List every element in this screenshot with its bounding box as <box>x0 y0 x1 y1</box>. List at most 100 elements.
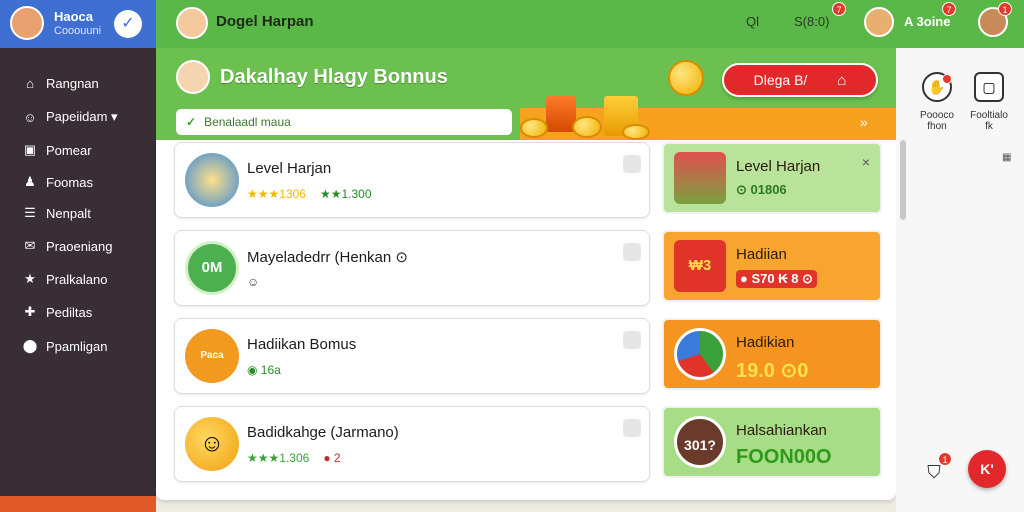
header-avatar[interactable] <box>176 7 208 39</box>
item-meta: ★★★1306 ★★1.300 <box>247 187 372 201</box>
sidebar-item-profile[interactable]: ☺ Papeiidam ▾ <box>20 104 150 130</box>
reward-card[interactable]: Level Harjan ⊙ 01806 × <box>662 142 882 214</box>
reward-title: Level Harjan <box>736 158 821 175</box>
item-title: Hadiikan Bomus <box>247 336 357 353</box>
coin-icon <box>622 124 650 140</box>
gift-box-icon <box>674 152 726 204</box>
sidebar-item-label: Ppamligan <box>46 338 108 354</box>
sidebar-item-label: Papeiidam ▾ <box>46 109 118 124</box>
coupon-badge-icon: 301? <box>674 416 726 468</box>
bag-icon[interactable]: ▢ <box>974 72 1004 102</box>
sidebar-user-name: Haoca <box>54 9 94 24</box>
sidebar-item-person[interactable]: ♟ Foomas <box>20 169 150 195</box>
red-envelope-icon: ₩3 <box>674 240 726 292</box>
rail-item-label: Poooco fhon <box>920 110 954 132</box>
pie-badge-icon <box>674 328 726 380</box>
reward-card[interactable]: Hadikian 19.0 ⊙0 <box>662 318 882 390</box>
checkbox[interactable] <box>623 331 641 349</box>
claim-button-label: Dlega B/ <box>753 72 808 88</box>
sidebar-item-label: Rangnan <box>46 75 99 91</box>
rating-value: ★★★1306 <box>247 187 306 201</box>
reward-card[interactable]: ₩3 Hadiian ● S70 ₭ 8 ⊙ <box>662 230 882 302</box>
item-meta: ★★★1.306 ● 2 <box>247 451 341 465</box>
coin-icon <box>668 60 704 96</box>
sidebar-item-mail[interactable]: ✉ Praoeniang <box>20 233 150 259</box>
mail-icon: ✉ <box>24 238 36 253</box>
rating-value: ★★★1.306 <box>247 451 310 465</box>
user-icon: ☺ <box>23 109 37 125</box>
sidebar-item-label: Praoeniang <box>46 238 113 254</box>
smiley-thumb-icon: ☺ <box>185 417 239 471</box>
thumb-badge: 0M <box>185 241 239 295</box>
sidebar-item-home[interactable]: ⌂ Rangnan <box>20 70 150 96</box>
item-meta: ◉ 16a <box>247 363 281 377</box>
calendar-icon[interactable]: ▦ <box>1002 152 1011 163</box>
ticket-thumb-icon: Paca <box>185 329 239 383</box>
reward-title: Halsahiankan <box>736 422 827 439</box>
item-title: Badidkahge (Jarmano) <box>247 424 399 441</box>
claim-button[interactable]: Dlega B/ ⌂ <box>722 63 878 97</box>
list-icon: ☰ <box>24 205 36 220</box>
verified-check-icon[interactable]: ✓ <box>114 10 142 38</box>
person-icon: ♟ <box>24 174 36 189</box>
rating-value-secondary: ● 2 <box>323 451 341 465</box>
reward-value: ● S70 ₭ 8 ⊙ <box>736 270 817 288</box>
star-icon: ★ <box>24 271 36 286</box>
chevron-right-icon[interactable]: » <box>860 114 868 130</box>
close-icon[interactable]: × <box>862 154 870 170</box>
lock-icon: ⌂ <box>837 71 847 89</box>
header-score[interactable]: S(8:0) <box>794 14 829 29</box>
item-title: Level Harjan <box>247 160 332 177</box>
avatar[interactable] <box>10 6 44 40</box>
reward-value: 19.0 ⊙0 <box>736 360 809 382</box>
checkbox[interactable] <box>623 419 641 437</box>
scrollbar[interactable] <box>900 140 906 220</box>
coin-icon <box>520 118 548 138</box>
checkbox[interactable] <box>623 155 641 173</box>
notification-badge: 1 <box>998 2 1012 16</box>
sidebar-item-location[interactable]: ⬤ Ppamligan <box>20 333 150 359</box>
location-icon: ⬤ <box>22 338 38 353</box>
search-input[interactable]: ✓ Benalaadl maua <box>176 109 512 135</box>
header-q-label[interactable]: Ql <box>746 14 759 29</box>
checkbox[interactable] <box>623 243 641 261</box>
sidebar-item-list[interactable]: ☰ Nenpalt <box>20 200 150 226</box>
floating-action-button[interactable]: K' <box>968 450 1006 488</box>
rating-value-secondary: ★★1.300 <box>319 187 372 201</box>
reward-card[interactable]: 301? Halsahiankan FOON00O <box>662 406 882 478</box>
search-placeholder: Benalaadl maua <box>204 115 291 129</box>
book-icon: ▣ <box>23 142 37 157</box>
user-avatar[interactable] <box>864 7 894 37</box>
list-item[interactable]: 0M Mayeladedrr (Henkan ⊙ ☺ <box>174 230 650 306</box>
notification-badge: 7 <box>832 2 846 16</box>
sidebar-item-plus[interactable]: ✚ Pediltas <box>20 299 150 325</box>
item-title: Mayeladedrr (Henkan ⊙ <box>247 249 408 266</box>
reward-value: FOON00O <box>736 446 832 468</box>
check-icon: ✓ <box>186 115 197 129</box>
header-title: Dogel Harpan <box>216 13 314 30</box>
sidebar-item-label: Foomas <box>46 174 93 190</box>
sidebar-item-label: Pomear <box>46 142 92 158</box>
sidebar-user-subtitle: Cooouuni <box>54 25 102 37</box>
plus-icon: ✚ <box>24 304 36 319</box>
dessert-thumb-icon <box>185 153 239 207</box>
list-item[interactable]: Paca Hadiikan Bomus ◉ 16a <box>174 318 650 394</box>
sidebar-item-label: Nenpalt <box>46 205 91 221</box>
reward-title: Hadiian <box>736 246 787 263</box>
sidebar-item-book[interactable]: ▣ Pomear <box>20 137 150 163</box>
notification-badge: 7 <box>942 2 956 16</box>
header-user-text[interactable]: A 3oine <box>904 14 950 29</box>
banner-avatar <box>176 60 210 94</box>
reward-value: ⊙ 01806 <box>736 182 787 197</box>
sidebar-footer-strip <box>0 496 156 512</box>
list-item[interactable]: ☺ Badidkahge (Jarmano) ★★★1.306 ● 2 <box>174 406 650 482</box>
list-item[interactable]: Level Harjan ★★★1306 ★★1.300 <box>174 142 650 218</box>
home-icon: ⌂ <box>26 75 34 91</box>
sidebar-item-star[interactable]: ★ Pralkalano <box>20 266 150 292</box>
rail-item-label: Fooltialo fk <box>970 110 1008 132</box>
banner-title: Dakalhay Hlagy Bonnus <box>220 66 448 88</box>
reward-title: Hadikian <box>736 334 795 351</box>
sidebar-item-label: Pralkalano <box>46 271 108 287</box>
item-meta: ☺ <box>247 275 260 289</box>
sidebar-item-label: Pediltas <box>46 304 93 320</box>
